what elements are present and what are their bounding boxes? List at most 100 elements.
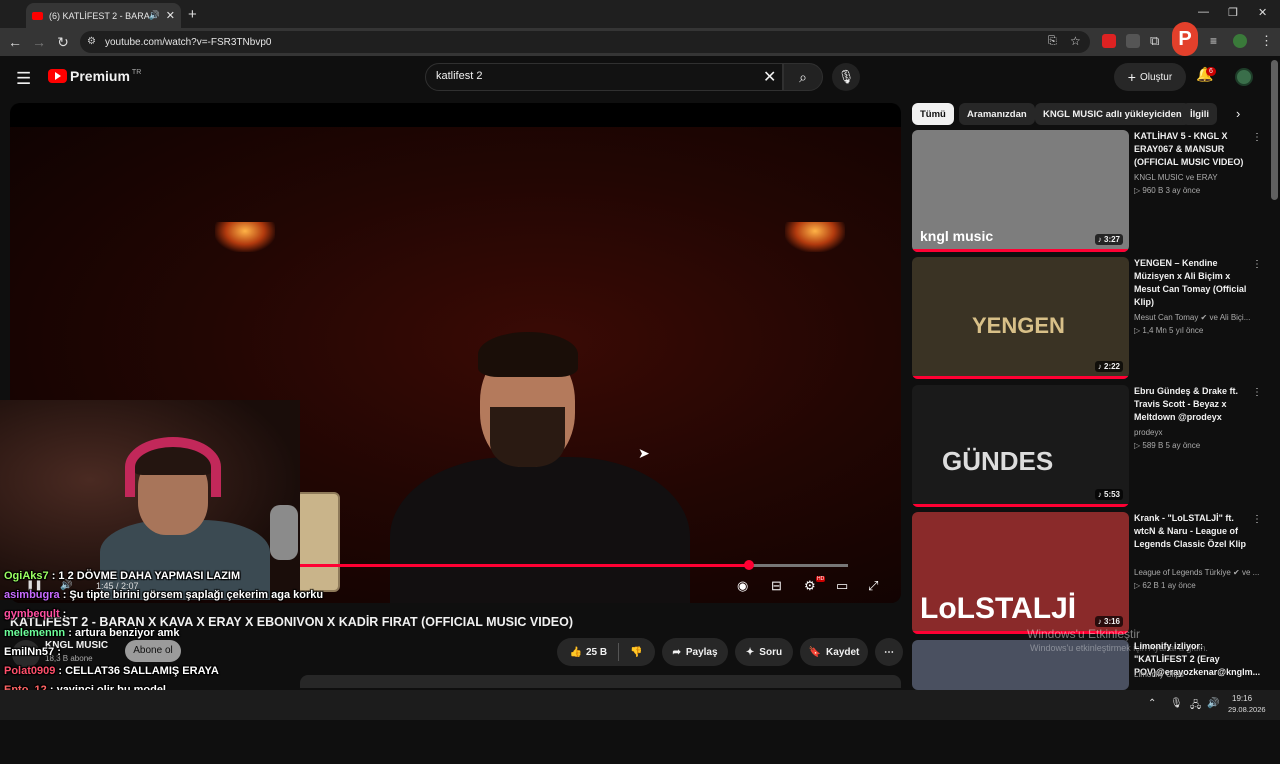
url-text[interactable]: youtube.com/watch?v=-FSR3TNbvp0 [105,37,271,48]
chip-from-uploader[interactable]: KNGL MUSIC adlı yükleyiciden [1035,103,1190,125]
chip-all[interactable]: Tümü [912,103,954,125]
chip-from-search[interactable]: Aramanızdan [959,103,1035,125]
share-arrow-icon: ➦ [672,646,681,658]
activate-windows-title: Windows'u Etkinleştir [1027,627,1140,641]
sparkle-icon: ✦ [745,646,755,658]
video-duration: ♪ 3:27 [1094,234,1123,245]
video-thumbnail[interactable]: GÜNDES ♪ 5:53 [912,385,1129,507]
theater-mode-icon[interactable]: ▭ [836,578,848,594]
wall-lamp [215,222,275,252]
video-thumbnail[interactable]: kngl music ♪ 3:27 [912,130,1129,252]
recommended-channel[interactable]: prodeyx [1134,428,1162,437]
new-tab-button[interactable]: + [188,6,197,23]
recommended-channel[interactable]: League of Legends Türkiye ✔ ve ... [1134,568,1259,577]
youtube-favicon-icon [32,11,43,20]
streamer-microphone [270,505,298,560]
watched-progress-bar [912,504,1129,507]
extension-icon[interactable] [1102,34,1116,48]
like-button[interactable]: 👍 25 B [569,647,607,658]
recommended-channel[interactable]: Limonify Clips [1134,670,1184,679]
reload-icon[interactable]: ↻ [54,34,72,51]
site-info-icon[interactable]: ⚙ [87,36,96,47]
tray-mic-icon[interactable]: 🎙 [1170,698,1183,709]
tray-volume-icon[interactable]: 🔊 [1207,698,1219,709]
close-window-icon[interactable]: ✕ [1258,6,1267,19]
chat-message: EmilNn57 : [4,646,61,658]
recommended-video[interactable]: GÜNDES ♪ 5:53 Ebru Gündeş & Drake ft. Trav… [912,385,1262,509]
recommended-meta: ▷ 960 B 3 ay önce [1134,186,1201,195]
recommended-title[interactable]: Ebru Gündeş & Drake ft. Travis Scott - B… [1134,385,1256,424]
dislike-button[interactable]: 👎 [630,647,642,658]
ask-button[interactable]: ✦ Soru [735,638,793,666]
chat-text: : CELLAT36 SALLAMIŞ ERAYA [55,665,219,677]
more-actions-button[interactable]: ⋯ [875,638,903,666]
browser-menu-icon[interactable]: ⋮ [1260,33,1273,49]
install-app-icon[interactable]: ⎘ [1048,35,1057,48]
tray-network-icon[interactable]: 🖧 [1190,698,1201,715]
video-menu-icon[interactable]: ⋮ [1252,259,1262,270]
settings-gear-icon[interactable]: ⚙ [804,578,816,594]
chat-text: : artura benziyor amk [65,627,180,639]
person-jacket [390,457,690,603]
recommended-video[interactable]: YENGEN ♪ 2:22 YENGEN – Kendine Müzisyen x … [912,257,1262,381]
fullscreen-icon[interactable]: ⤢ [868,578,878,594]
recommended-video[interactable]: kngl music ♪ 3:27 KATLİHAV 5 - KNGL X ERAY… [912,130,1262,254]
close-tab-icon[interactable]: ✕ [166,9,175,22]
taskbar-date[interactable]: 29.08.2026 [1228,705,1266,714]
recommended-channel[interactable]: Mesut Can Tomay ✔ ve Ali Biçi... [1134,313,1250,322]
video-menu-icon[interactable]: ⋮ [1252,514,1262,525]
recommended-title[interactable]: Krank - "LoLSTALJİ" ft. wtcN & Naru - Le… [1134,512,1256,551]
ask-label: Soru [759,646,783,658]
page-scrollbar[interactable] [1271,60,1278,200]
bookmark-star-icon[interactable]: ☆ [1070,34,1081,48]
recommended-channel[interactable]: KNGL MUSIC ve ERAY [1134,173,1218,182]
recommended-title[interactable]: KATLİHAV 5 - KNGL X ERAY067 & MANSUR (OF… [1134,130,1256,169]
create-button[interactable]: + Oluştur [1114,63,1186,91]
video-menu-icon[interactable]: ⋮ [1252,387,1262,398]
clear-search-icon[interactable]: ✕ [763,67,776,87]
hamburger-menu-icon[interactable]: ☰ [16,69,31,89]
forward-icon[interactable]: → [30,34,48,50]
profile-p-icon[interactable]: P [1172,22,1198,56]
maximize-icon[interactable]: ❐ [1228,6,1238,19]
bookmark-icon: 🔖 [808,646,822,658]
save-button[interactable]: 🔖 Kaydet [800,638,868,666]
chip-related[interactable]: İlgili [1182,103,1217,125]
media-control-icon[interactable]: ≡ [1210,34,1217,48]
video-thumbnail[interactable]: LoLSTALJİ ♪ 3:16 [912,512,1129,634]
autoplay-toggle-icon[interactable]: ◉ [737,578,748,594]
share-button[interactable]: ➦ Paylaş [662,638,728,666]
pink-headset [125,437,221,497]
chat-username: OgiAks7 [4,570,49,582]
notification-count-badge: 6 [1206,67,1216,76]
profile-avatar-icon[interactable] [1233,34,1247,48]
minimize-icon[interactable]: — [1198,6,1209,18]
video-menu-icon[interactable]: ⋮ [1252,132,1262,143]
phone-in-hand [295,492,340,592]
chat-message: gymbeqult : [4,608,66,620]
thumbnail-logo: kngl music [920,228,994,244]
taskbar-clock[interactable]: 19:16 [1232,694,1252,703]
description-box[interactable] [300,675,901,688]
subscribe-button[interactable]: Abone ol [125,640,181,662]
extensions-puzzle-icon[interactable]: ⧉ [1150,33,1159,49]
watched-progress-bar [912,376,1129,379]
back-icon[interactable]: ← [6,34,24,50]
voice-search-button[interactable]: 🎙 [832,63,860,91]
video-thumbnail[interactable]: YENGEN ♪ 2:22 [912,257,1129,379]
subtitles-icon[interactable]: ⊟ [771,578,782,594]
chevron-right-icon[interactable]: › [1236,106,1240,121]
thumbnail-logo: YENGEN [972,313,1065,338]
recommended-video[interactable]: LoLSTALJİ ♪ 3:16 Krank - "LoLSTALJİ" ft. w… [912,512,1262,636]
chat-username: gymbeqult [4,608,60,620]
tray-chevron-icon[interactable]: ⌃ [1148,698,1156,709]
chat-message: melemennn : artura benziyor amk [4,627,179,639]
browser-tab[interactable]: (6) KATLİFEST 2 - BARAN X 🔊 ✕ [26,3,181,28]
youtube-premium-logo[interactable]: Premium TR [48,68,141,84]
recommended-title[interactable]: YENGEN – Kendine Müzisyen x Ali Biçim x … [1134,257,1256,309]
chat-message: Polat0909 : CELLAT36 SALLAMIŞ ERAYA [4,665,219,677]
extension-icon[interactable] [1126,34,1140,48]
search-input[interactable]: katlifest 2 [425,63,783,91]
account-avatar[interactable] [1235,68,1253,86]
search-button[interactable]: ⌕ [783,63,823,91]
